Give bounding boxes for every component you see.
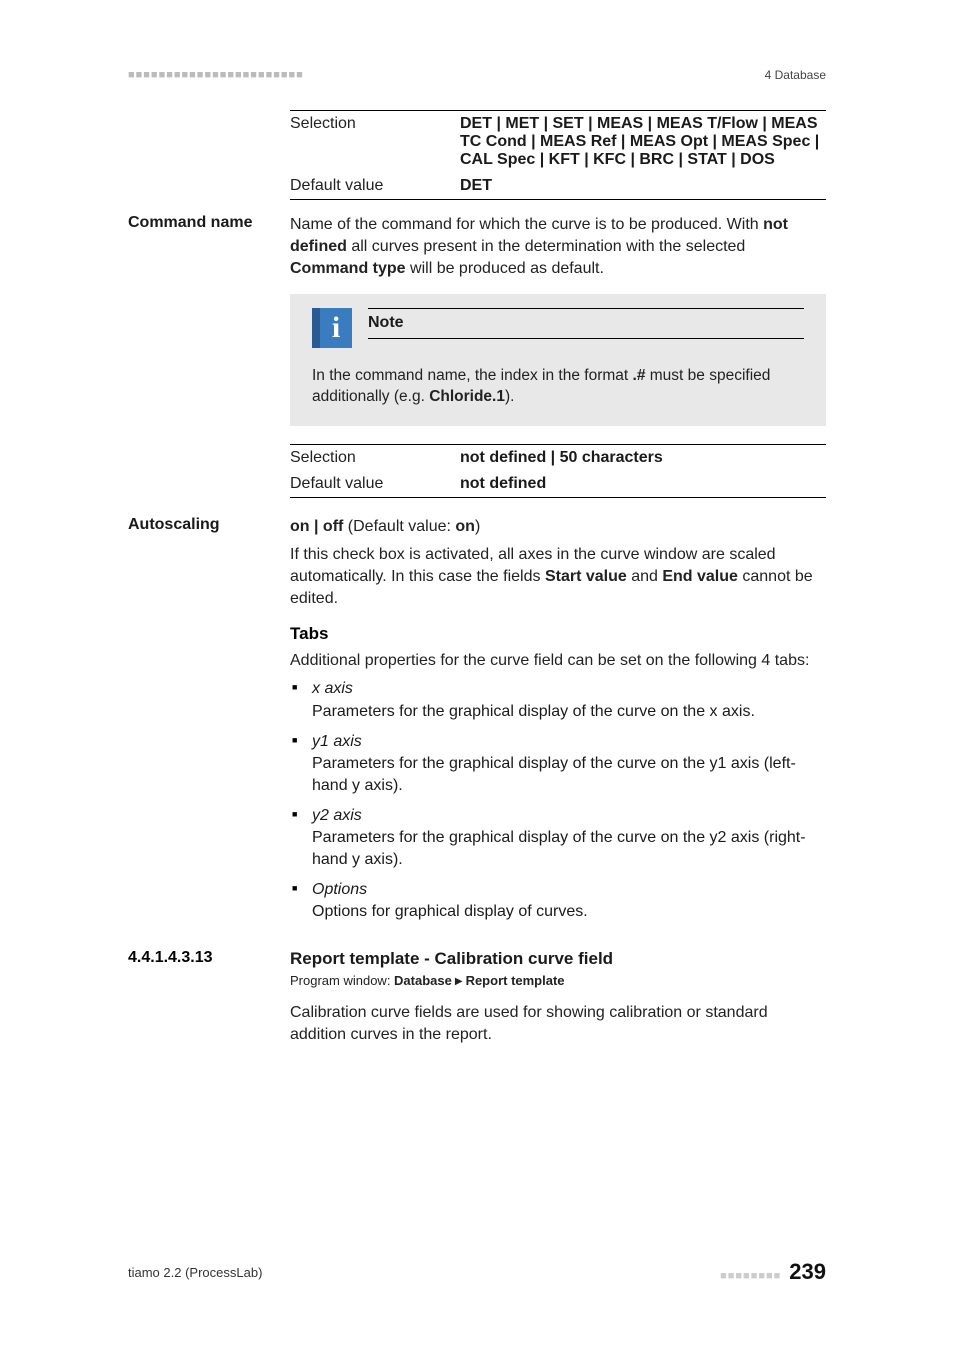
command-name-section: Command name Name of the command for whi… [128, 214, 826, 498]
selection-label: Selection [290, 115, 460, 169]
subsection-calibration: 4.4.1.4.3.13 Report template - Calibrati… [128, 949, 826, 1046]
subsection-title: Report template - Calibration curve fiel… [290, 949, 826, 969]
tabs-intro: Additional properties for the curve fiel… [290, 650, 826, 672]
param-block-1: Selection DET | MET | SET | MEAS | MEAS … [128, 110, 826, 200]
program-window-path: Program window: Database▶Report template [290, 973, 826, 988]
autoscaling-heading: Autoscaling [128, 516, 270, 534]
selection-value: DET | MET | SET | MEAS | MEAS T/Flow | M… [460, 115, 819, 168]
list-item: y1 axis Parameters for the graphical dis… [290, 731, 826, 797]
default-label: Default value [290, 177, 460, 195]
note-title: Note [368, 314, 804, 332]
page-header: ■■■■■■■■■■■■■■■■■■■■■■■ 4 Database [128, 68, 826, 82]
autoscaling-toggle: on | off (Default value: on) [290, 516, 826, 538]
tabs-list: x axis Parameters for the graphical disp… [290, 678, 826, 923]
tabs-title: Tabs [290, 624, 826, 644]
selection2-label: Selection [290, 449, 460, 467]
list-item: y2 axis Parameters for the graphical dis… [290, 805, 826, 871]
subsection-number: 4.4.1.4.3.13 [128, 949, 270, 967]
command-name-heading: Command name [128, 214, 270, 232]
list-item: Options Options for graphical display of… [290, 879, 826, 923]
page-number: 239 [789, 1259, 826, 1285]
page-footer: tiamo 2.2 (ProcessLab) ■■■■■■■■ 239 [128, 1259, 826, 1285]
selection2-value: not defined | 50 characters [460, 449, 663, 466]
footer-left: tiamo 2.2 (ProcessLab) [128, 1265, 262, 1280]
note-body: In the command name, the index in the fo… [312, 366, 804, 408]
default2-value: not defined [460, 475, 546, 492]
note-box: i Note In the command name, the index in… [290, 294, 826, 426]
header-dots: ■■■■■■■■■■■■■■■■■■■■■■■ [128, 69, 304, 81]
list-item: x axis Parameters for the graphical disp… [290, 678, 826, 722]
default2-label: Default value [290, 475, 460, 493]
info-icon: i [312, 308, 352, 348]
default-value: DET [460, 177, 492, 194]
command-name-body: Name of the command for which the curve … [290, 214, 826, 280]
header-chapter: 4 Database [765, 68, 826, 82]
footer-dots: ■■■■■■■■ [720, 1270, 781, 1282]
subsection-body: Calibration curve fields are used for sh… [290, 1002, 826, 1046]
autoscaling-section: Autoscaling on | off (Default value: on)… [128, 516, 826, 931]
autoscaling-body: If this check box is activated, all axes… [290, 544, 826, 610]
